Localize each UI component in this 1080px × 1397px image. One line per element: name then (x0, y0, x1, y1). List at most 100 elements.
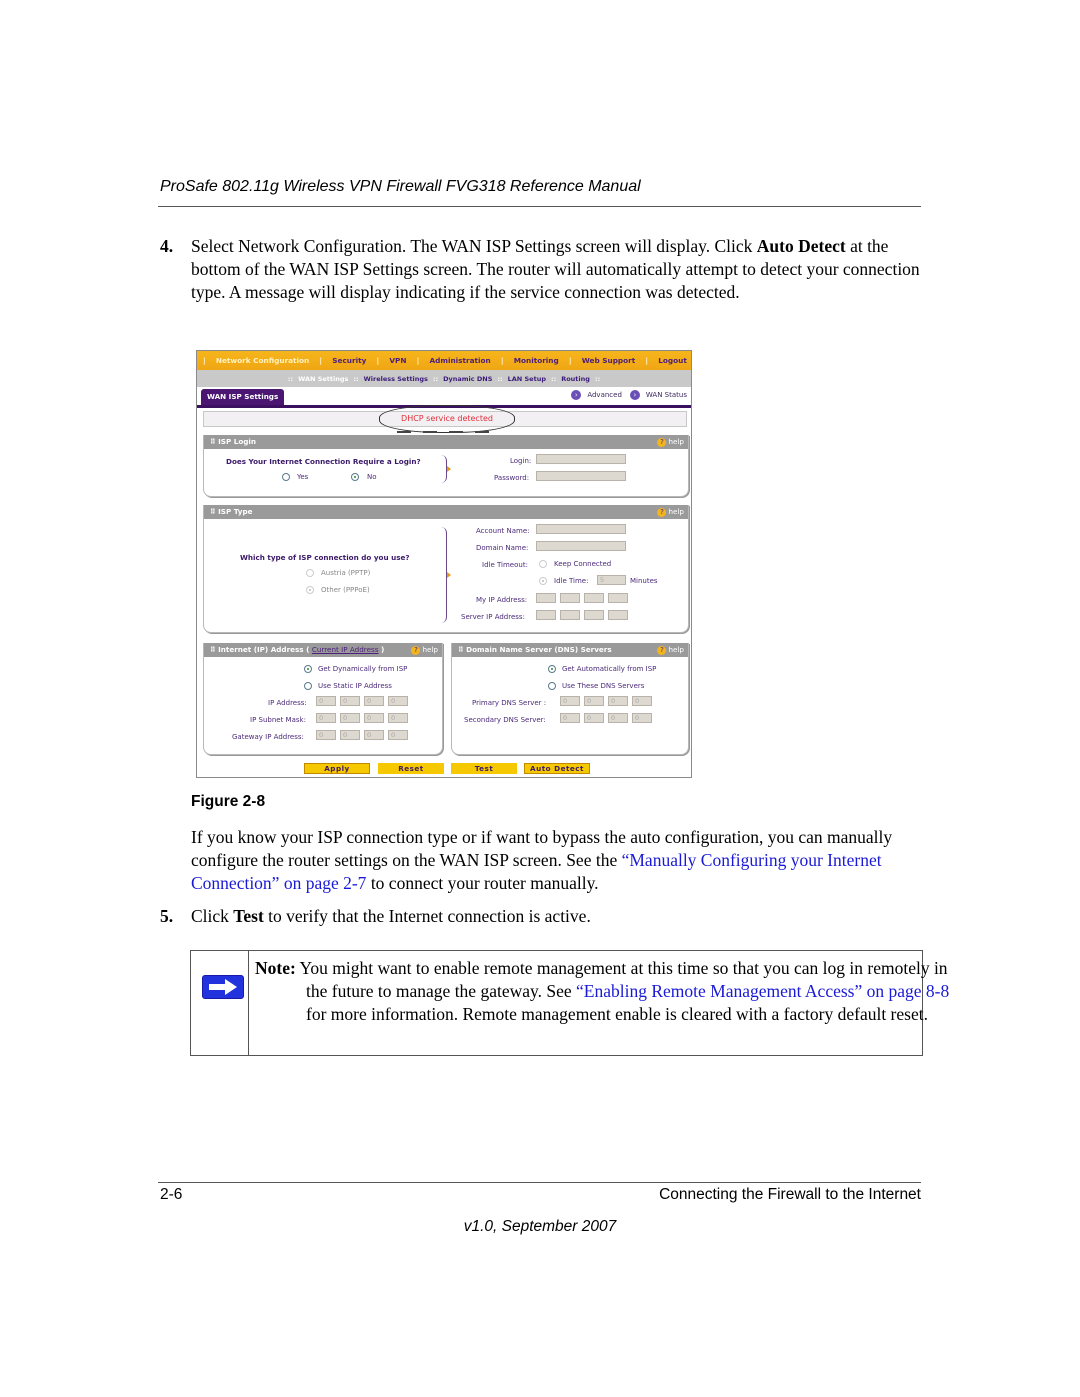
help-icon: ? (657, 645, 667, 655)
note-text: Note: You might want to enable remote ma… (255, 957, 971, 1026)
primary-dns-octet-3[interactable]: 0 (608, 696, 628, 706)
my-ip-label: My IP Address: (476, 596, 528, 604)
step-5-text: Click Test to verify that the Internet c… (191, 905, 926, 928)
idle-time-label: Idle Time: (554, 577, 589, 585)
ip-octet-1[interactable]: 0 (316, 696, 336, 706)
page-number: 2-6 (160, 1186, 183, 1203)
primary-dns-label: Primary DNS Server : (472, 699, 547, 707)
nav-vpn[interactable]: VPN (389, 356, 406, 365)
server-ip-octet-2[interactable] (560, 610, 580, 620)
isp-login-title: ISP Login (218, 437, 256, 446)
subnav-lan-setup[interactable]: LAN Setup (508, 375, 546, 383)
idle-time-radio[interactable] (539, 577, 547, 585)
current-ip-address-link[interactable]: Current IP Address (312, 645, 379, 654)
use-static-ip-radio[interactable] (304, 682, 312, 690)
nav-monitoring[interactable]: Monitoring (514, 356, 559, 365)
my-ip-octet-4[interactable] (608, 593, 628, 603)
remote-management-link[interactable]: “Enabling Remote Management Access” on p… (576, 981, 949, 1001)
other-pppoe-radio[interactable] (306, 586, 314, 594)
advanced-link[interactable]: › Advanced (571, 390, 622, 400)
login-yes-radio[interactable] (282, 473, 290, 481)
ip-octet-3[interactable]: 0 (364, 696, 384, 706)
note-divider (248, 951, 249, 1055)
tab-wan-isp-settings[interactable]: WAN ISP Settings (201, 389, 285, 405)
step-4-bold-auto-detect: Auto Detect (756, 236, 846, 256)
nav-network-configuration[interactable]: Network Configuration (216, 356, 309, 365)
status-message: DHCP service detected (379, 405, 515, 433)
login-yes-label: Yes (297, 473, 309, 481)
ip-address-label: IP Address: (268, 699, 307, 707)
login-no-radio[interactable] (351, 473, 359, 481)
password-input[interactable] (536, 471, 626, 481)
use-these-dns-radio[interactable] (548, 682, 556, 690)
isp-type-question: Which type of ISP connection do you use? (240, 553, 410, 562)
help-link[interactable]: ? help (411, 643, 438, 657)
mask-octet-3[interactable]: 0 (364, 713, 384, 723)
mask-octet-2[interactable]: 0 (340, 713, 360, 723)
get-dynamically-label: Get Dynamically from ISP (318, 665, 408, 673)
version-date: v1.0, September 2007 (463, 1218, 617, 1235)
get-dynamically-radio[interactable] (304, 665, 312, 673)
test-button[interactable]: Test (451, 763, 517, 774)
dns-servers-panel: ⠿ Domain Name Server (DNS) Servers ? help… (451, 643, 689, 755)
secondary-dns-octet-1[interactable]: 0 (560, 713, 580, 723)
help-icon: ? (657, 437, 667, 447)
my-ip-octet-2[interactable] (560, 593, 580, 603)
apply-button[interactable]: Apply (304, 763, 370, 774)
gateway-octet-3[interactable]: 0 (364, 730, 384, 740)
wan-status-link[interactable]: › WAN Status (629, 390, 687, 400)
mask-octet-4[interactable]: 0 (388, 713, 408, 723)
login-question: Does Your Internet Connection Require a … (226, 457, 421, 466)
server-ip-octet-3[interactable] (584, 610, 604, 620)
step-5-text-before: Click (191, 906, 234, 926)
dns-title: Domain Name Server (DNS) Servers (466, 645, 612, 654)
mask-octet-1[interactable]: 0 (316, 713, 336, 723)
my-ip-octet-3[interactable] (584, 593, 604, 603)
subnav-wireless-settings[interactable]: Wireless Settings (364, 375, 428, 383)
keep-connected-radio[interactable] (539, 560, 547, 568)
message-callout-dashes (397, 431, 497, 433)
nav-web-support[interactable]: Web Support (582, 356, 636, 365)
help-link[interactable]: ? help (657, 505, 684, 519)
help-link[interactable]: ? help (657, 435, 684, 449)
step-4-text: Select Network Configuration. The WAN IS… (191, 235, 926, 304)
reset-button[interactable]: Reset (378, 763, 444, 774)
server-ip-octet-4[interactable] (608, 610, 628, 620)
note-box: Note: You might want to enable remote ma… (190, 950, 949, 1056)
primary-dns-octet-1[interactable]: 0 (560, 696, 580, 706)
wan-isp-settings-screenshot: | Network Configuration | Security | VPN… (196, 350, 692, 778)
austria-pptp-radio[interactable] (306, 569, 314, 577)
auto-detect-button[interactable]: Auto Detect (524, 763, 590, 774)
subnav-wan-settings[interactable]: WAN Settings (298, 375, 348, 383)
dns-get-automatically-radio[interactable] (548, 665, 556, 673)
running-header-title: ProSafe 802.11g Wireless VPN Firewall FV… (160, 178, 641, 195)
primary-dns-octet-2[interactable]: 0 (584, 696, 604, 706)
gateway-octet-4[interactable]: 0 (388, 730, 408, 740)
idle-time-input[interactable]: 5 (597, 575, 626, 585)
step-4-number: 4. (160, 236, 174, 256)
nav-logout[interactable]: Logout (658, 356, 687, 365)
gateway-octet-2[interactable]: 0 (340, 730, 360, 740)
gateway-octet-1[interactable]: 0 (316, 730, 336, 740)
subnav-routing[interactable]: Routing (561, 375, 590, 383)
account-name-input[interactable] (536, 524, 626, 534)
domain-name-input[interactable] (536, 541, 626, 551)
footer-rule (158, 1182, 921, 1183)
ip-octet-4[interactable]: 0 (388, 696, 408, 706)
chapter-title: Connecting the Firewall to the Internet (659, 1186, 921, 1203)
minutes-label: Minutes (630, 577, 658, 585)
my-ip-octet-1[interactable] (536, 593, 556, 603)
note-label: Note: (255, 958, 296, 978)
primary-dns-octet-4[interactable]: 0 (632, 696, 652, 706)
sub-nav: :: WAN Settings :: Wireless Settings :: … (197, 370, 691, 387)
subnav-dynamic-dns[interactable]: Dynamic DNS (443, 375, 492, 383)
ip-octet-2[interactable]: 0 (340, 696, 360, 706)
secondary-dns-octet-4[interactable]: 0 (632, 713, 652, 723)
nav-administration[interactable]: Administration (429, 356, 490, 365)
help-link[interactable]: ? help (657, 643, 684, 657)
login-input[interactable] (536, 454, 626, 464)
nav-security[interactable]: Security (332, 356, 366, 365)
server-ip-octet-1[interactable] (536, 610, 556, 620)
secondary-dns-octet-3[interactable]: 0 (608, 713, 628, 723)
secondary-dns-octet-2[interactable]: 0 (584, 713, 604, 723)
